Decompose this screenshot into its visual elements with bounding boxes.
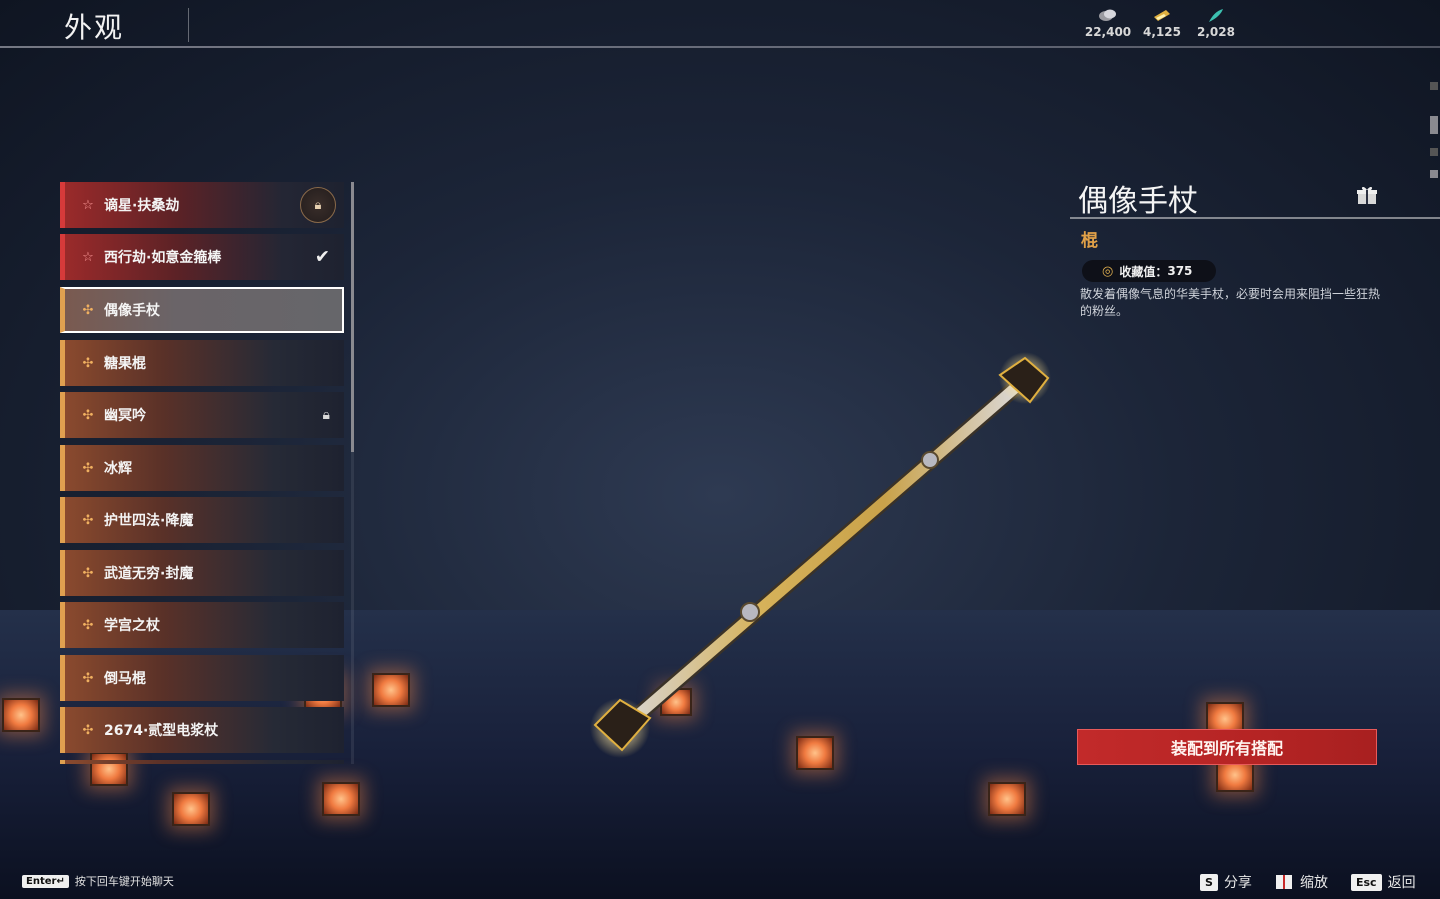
collection-value-badge: ◎ 收藏值： 375	[1082, 260, 1216, 282]
equip-all-button[interactable]: 装配到所有搭配	[1077, 729, 1377, 765]
floating-lantern	[2, 698, 40, 732]
cross-icon: ✣	[82, 355, 94, 371]
edge-mark	[1430, 148, 1438, 156]
weapon-type: 棍	[1081, 231, 1098, 251]
cross-icon: ✣	[82, 407, 94, 423]
title-underline	[1070, 217, 1440, 219]
item-name: 西行劫·如意金箍棒	[104, 250, 222, 266]
skin-list: ☆ 谪星·扶桑劫 🔒︎ ☆ 西行劫·如意金箍棒 ✔ ✣ 偶像手杖 ✣ 糖果棍 ✣…	[60, 182, 344, 764]
currency-value: 22,400	[1084, 25, 1132, 39]
cyan-feather-icon	[1190, 8, 1242, 25]
zoom-icon	[1276, 875, 1292, 889]
item-description: 散发着偶像气息的华美手杖，必要时会用来阻挡一些狂热的粉丝。	[1080, 287, 1381, 318]
currency-value: 2,028	[1197, 25, 1235, 39]
item-name: 谪星·扶桑劫	[104, 198, 180, 214]
collection-label: 收藏值：	[1119, 264, 1168, 279]
star-icon: ☆	[82, 197, 94, 213]
header-divider	[0, 46, 1440, 48]
list-item[interactable]: ✣ 学宫之杖	[60, 602, 344, 648]
weapon-preview-staff[interactable]	[560, 340, 1080, 760]
currency-gold: 4,125	[1136, 8, 1188, 39]
edge-mark	[1430, 170, 1438, 178]
lock-icon: 🔒︎	[322, 407, 330, 423]
item-name: 幽冥吟	[104, 408, 146, 424]
checkmark-icon: ✔	[314, 246, 330, 268]
floating-lantern	[988, 782, 1026, 816]
item-name: 偶像手杖	[104, 303, 160, 319]
item-name: 冰辉	[104, 461, 132, 477]
item-name: 学宫之杖	[104, 618, 160, 634]
list-item[interactable]: ✣ 武道无穷·封魔	[60, 550, 344, 596]
currency-feather: 2,028	[1190, 8, 1242, 39]
back-label: 返回	[1387, 875, 1416, 891]
list-item[interactable]: ☆ 谪星·扶桑劫 🔒︎	[60, 182, 344, 228]
cross-icon: ✣	[82, 302, 94, 318]
share-action[interactable]: S 分享	[1200, 872, 1252, 892]
s-key: S	[1200, 873, 1218, 891]
currency-value: 4,125	[1143, 25, 1181, 39]
list-item[interactable]: ✣ 冰辉	[60, 445, 344, 491]
list-item-partial[interactable]	[60, 760, 344, 764]
gift-icon[interactable]	[1356, 184, 1378, 206]
top-bar: 外观 22,400 4,125 2,028	[0, 0, 1440, 48]
item-name: 武道无穷·封魔	[104, 566, 194, 582]
lock-icon: 🔒︎	[300, 187, 336, 223]
collection-value: 375	[1167, 264, 1193, 278]
edge-mark	[1430, 82, 1438, 90]
item-name: 糖果棍	[104, 356, 146, 372]
list-item[interactable]: ☆ 西行劫·如意金箍棒 ✔	[60, 234, 344, 280]
item-name: 2674·贰型电浆杖	[104, 723, 219, 739]
cross-icon: ✣	[82, 565, 94, 581]
list-item[interactable]: ✣ 倒马棍	[60, 655, 344, 701]
zoom-label: 缩放	[1300, 875, 1328, 891]
currency-silver: 22,400	[1082, 8, 1134, 39]
cross-icon: ✣	[82, 512, 94, 528]
floating-lantern	[372, 673, 410, 707]
list-scrollbar-thumb[interactable]	[351, 182, 354, 452]
share-label: 分享	[1223, 875, 1252, 891]
list-item-selected[interactable]: ✣ 偶像手杖	[60, 287, 344, 333]
page-title: 外观	[64, 11, 125, 44]
list-item[interactable]: ✣ 护世四法·降魔	[60, 497, 344, 543]
collection-icon: ◎	[1102, 263, 1114, 279]
chat-hint-text: 按下回车键开始聊天	[74, 875, 174, 888]
cross-icon: ✣	[82, 722, 94, 738]
item-name: 护世四法·降魔	[104, 513, 194, 529]
silver-coin-icon	[1082, 8, 1134, 25]
floating-lantern	[322, 782, 360, 816]
back-action[interactable]: Esc 返回	[1351, 872, 1416, 892]
item-title: 偶像手杖	[1078, 184, 1198, 219]
esc-key: Esc	[1351, 873, 1382, 891]
edge-mark	[1430, 116, 1438, 134]
list-item[interactable]: ✣ 2674·贰型电浆杖	[60, 707, 344, 753]
list-item[interactable]: ✣ 幽冥吟 🔒︎	[60, 392, 344, 438]
cross-icon: ✣	[82, 617, 94, 633]
chat-hint: Enter↵ 按下回车键开始聊天	[22, 873, 174, 889]
cross-icon: ✣	[82, 460, 94, 476]
item-name: 倒马棍	[104, 671, 146, 687]
title-divider	[188, 8, 189, 42]
list-item[interactable]: ✣ 糖果棍	[60, 340, 344, 386]
cross-icon: ✣	[82, 670, 94, 686]
zoom-action[interactable]: 缩放	[1276, 872, 1328, 892]
gold-ticket-icon	[1136, 8, 1188, 25]
enter-key: Enter↵	[22, 874, 69, 888]
star-icon: ☆	[82, 249, 94, 265]
floating-lantern	[172, 792, 210, 826]
